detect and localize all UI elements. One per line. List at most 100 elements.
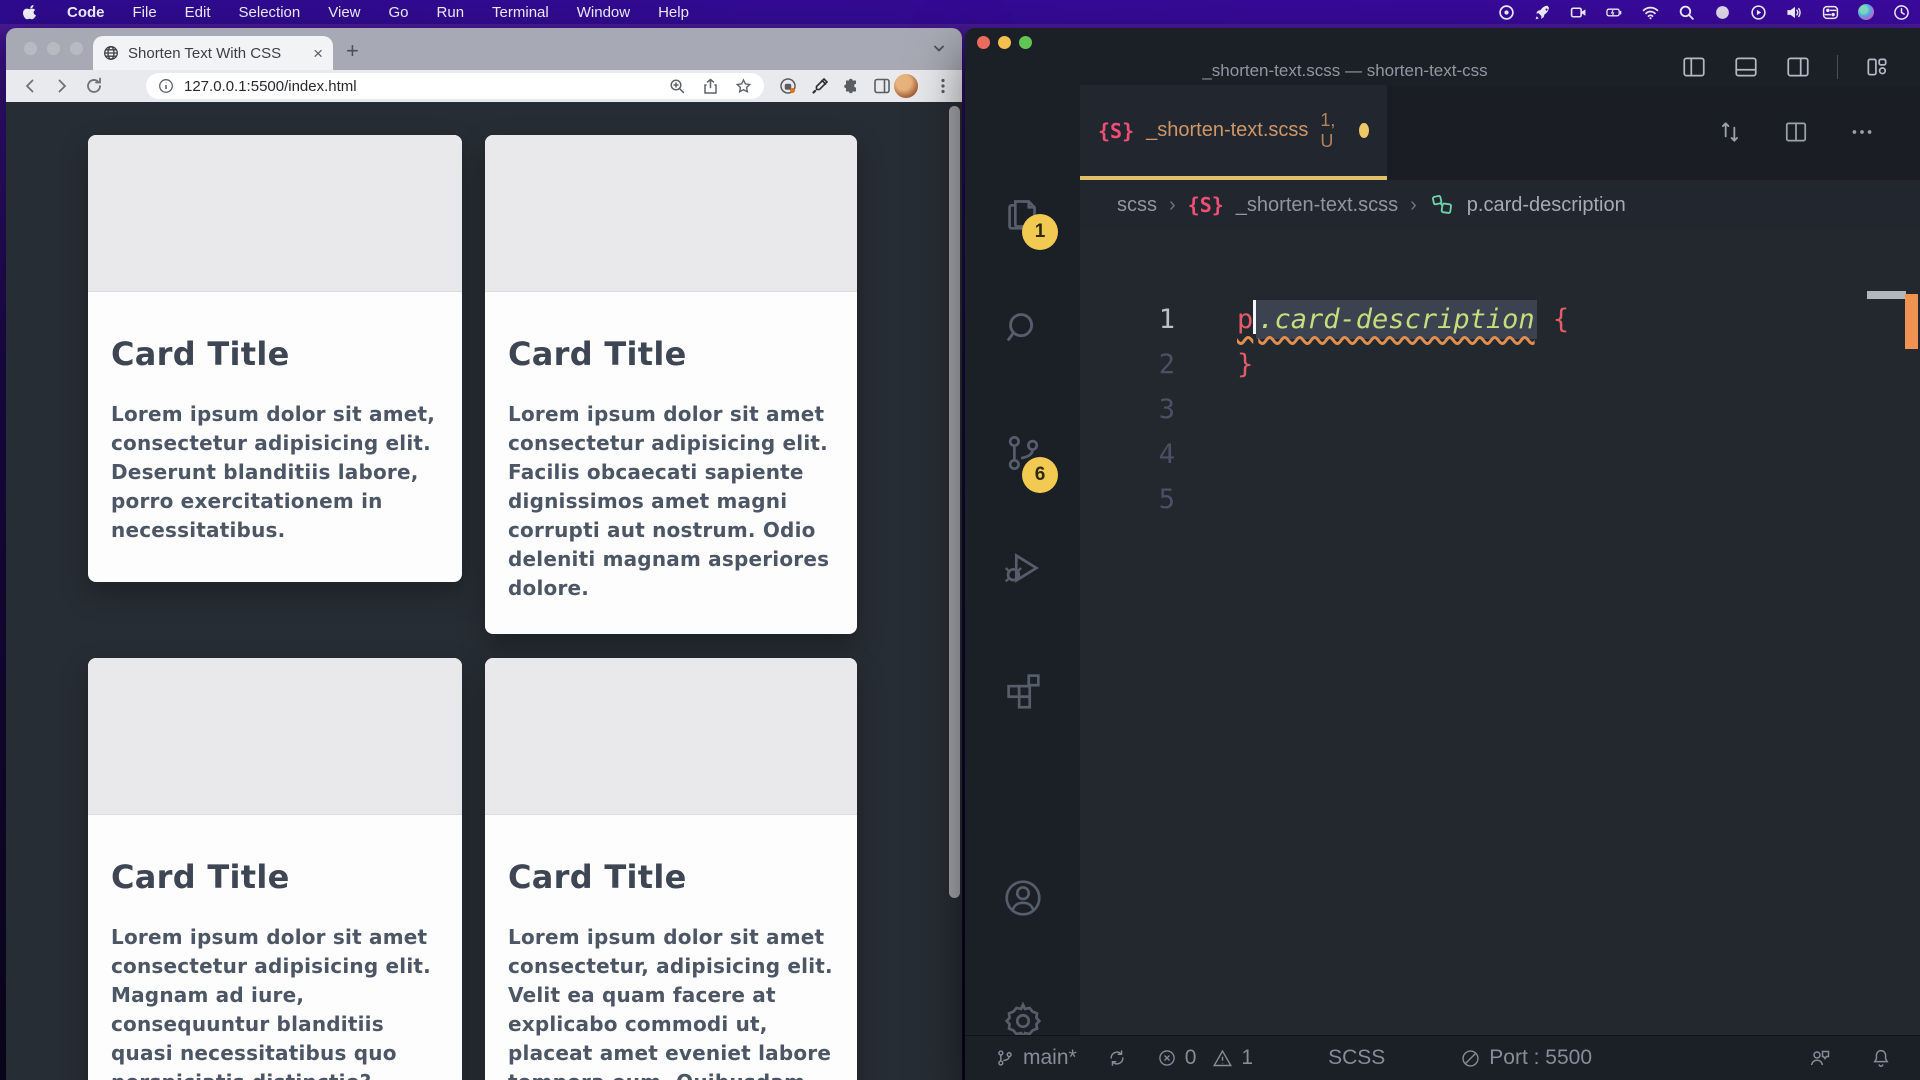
breadcrumb-symbol[interactable]: p.card-description — [1467, 194, 1626, 217]
record-target-icon[interactable] — [1498, 4, 1515, 21]
siri-icon[interactable] — [1858, 4, 1874, 20]
vscode-window-title: _shorten-text.scss — shorten-text-css — [1125, 61, 1565, 81]
card-description: Lorem ipsum dolor sit amet consectetur a… — [508, 400, 834, 603]
minimize-window-button[interactable] — [47, 42, 60, 55]
battery-icon[interactable] — [1606, 4, 1623, 21]
browser-tab[interactable]: Shorten Text With CSS × — [93, 36, 333, 70]
tab-search-chevron-icon[interactable] — [932, 41, 946, 55]
menu-selection[interactable]: Selection — [239, 4, 301, 21]
toggle-panel-icon[interactable] — [1733, 54, 1759, 80]
account-icon[interactable] — [1000, 875, 1046, 921]
info-icon[interactable] — [158, 78, 174, 94]
browser-scrollbar[interactable] — [949, 106, 960, 898]
toggle-sidebar-icon[interactable] — [1681, 54, 1707, 80]
volume-icon[interactable] — [1786, 4, 1803, 21]
sync-item[interactable] — [1107, 1048, 1127, 1068]
zoom-window-button[interactable] — [1019, 36, 1032, 49]
toggle-secondary-sidebar-icon[interactable] — [1785, 54, 1811, 80]
zoom-icon[interactable] — [669, 78, 686, 95]
reload-icon[interactable] — [84, 76, 104, 96]
code-line-2[interactable]: } — [1237, 342, 1253, 387]
bookmark-star-icon[interactable] — [735, 78, 752, 95]
split-editor-icon[interactable] — [1783, 119, 1809, 145]
browser-toolbar: 127.0.0.1:5500/index.html — [6, 70, 962, 102]
search-icon[interactable] — [1678, 4, 1695, 21]
git-branch-label: main* — [1023, 1046, 1077, 1070]
card-title: Card Title — [111, 858, 439, 896]
feedback-icon[interactable] — [1808, 1046, 1832, 1070]
editor-scrollbar[interactable] — [1867, 291, 1906, 299]
profile-avatar[interactable] — [894, 74, 918, 98]
vscode-window-controls[interactable] — [977, 36, 1032, 49]
menu-dots-icon[interactable] — [934, 76, 952, 96]
eyedropper-icon[interactable] — [810, 76, 830, 96]
menu-window[interactable]: Window — [577, 4, 630, 21]
play-circle-icon[interactable] — [1750, 4, 1767, 21]
card-description: Lorem ipsum dolor sit amet, consectetur … — [111, 400, 439, 545]
sass-file-icon: {S} — [1098, 119, 1134, 143]
url-text[interactable]: 127.0.0.1:5500/index.html — [184, 78, 659, 95]
browser-window-controls[interactable] — [24, 42, 83, 55]
git-branch-icon — [995, 1048, 1015, 1068]
breadcrumb-folder[interactable]: scss — [1117, 194, 1157, 217]
sync-changes-icon[interactable] — [1717, 119, 1743, 145]
menu-help[interactable]: Help — [658, 4, 689, 21]
card-image-placeholder — [485, 658, 857, 815]
code-tag-token: p — [1237, 304, 1253, 335]
card-description: Lorem ipsum dolor sit amet consectetur, … — [508, 923, 834, 1080]
notifications-bell-icon[interactable] — [1870, 1047, 1892, 1069]
line-number: 1 — [1080, 297, 1175, 342]
code-editor[interactable]: 1 2 3 4 5 p.card-description { } — [1080, 230, 1920, 1035]
extensions-puzzle-icon[interactable] — [841, 76, 861, 96]
control-center-icon[interactable] — [1822, 4, 1839, 21]
line-number: 4 — [1080, 432, 1175, 477]
git-branch-item[interactable]: main* — [995, 1046, 1077, 1070]
status-dot-icon[interactable] — [1714, 4, 1731, 21]
overview-ruler-warning-mark — [1905, 294, 1918, 349]
search-icon[interactable] — [1000, 305, 1046, 351]
menu-run[interactable]: Run — [437, 4, 465, 21]
badge-icon[interactable] — [778, 76, 798, 96]
menu-app-name[interactable]: Code — [67, 4, 105, 21]
live-server-port-label: Port : 5500 — [1489, 1046, 1592, 1070]
unsaved-dot-icon[interactable] — [1359, 123, 1369, 138]
panel-icon[interactable] — [872, 76, 892, 96]
breadcrumb-file[interactable]: _shorten-text.scss — [1236, 194, 1398, 217]
editor-tab[interactable]: {S} _shorten-text.scss 1, U — [1080, 85, 1387, 180]
tab-title: Shorten Text With CSS — [128, 45, 304, 62]
code-brace-open: { — [1537, 304, 1570, 335]
line-number: 2 — [1080, 342, 1175, 387]
wifi-icon[interactable] — [1642, 4, 1659, 21]
menu-view[interactable]: View — [328, 4, 360, 21]
problems-item[interactable]: 0 1 — [1157, 1046, 1253, 1070]
language-mode-item[interactable]: SCSS — [1328, 1046, 1385, 1070]
apple-logo-icon[interactable] — [22, 4, 39, 21]
customize-layout-icon[interactable] — [1864, 54, 1890, 80]
menu-terminal[interactable]: Terminal — [492, 4, 549, 21]
run-debug-icon[interactable] — [1000, 545, 1046, 591]
menu-go[interactable]: Go — [389, 4, 409, 21]
globe-favicon-icon — [103, 45, 119, 61]
close-window-button[interactable] — [24, 42, 37, 55]
minimize-window-button[interactable] — [998, 36, 1011, 49]
menu-edit[interactable]: Edit — [185, 4, 211, 21]
tab-close-icon[interactable]: × — [313, 45, 323, 62]
extensions-icon[interactable] — [1000, 667, 1046, 713]
video-camera-icon[interactable] — [1570, 4, 1587, 21]
zoom-window-button[interactable] — [70, 42, 83, 55]
url-bar[interactable]: 127.0.0.1:5500/index.html — [146, 73, 764, 99]
breadcrumb-separator-icon: › — [1410, 194, 1417, 217]
code-line-1[interactable]: p.card-description { — [1237, 297, 1569, 342]
card: Card Title Lorem ipsum dolor sit amet, c… — [88, 135, 462, 582]
close-window-button[interactable] — [977, 36, 990, 49]
menu-file[interactable]: File — [133, 4, 157, 21]
live-server-item[interactable]: Port : 5500 — [1460, 1046, 1592, 1070]
forward-icon[interactable] — [52, 76, 72, 96]
clock-icon[interactable] — [1893, 4, 1910, 21]
breadcrumbs: scss › {S} _shorten-text.scss › p.card-d… — [1080, 180, 1920, 230]
back-icon[interactable] — [20, 76, 40, 96]
share-icon[interactable] — [702, 78, 719, 95]
rocket-icon[interactable] — [1534, 4, 1551, 21]
more-actions-icon[interactable] — [1849, 119, 1875, 145]
new-tab-button[interactable]: + — [346, 40, 359, 62]
